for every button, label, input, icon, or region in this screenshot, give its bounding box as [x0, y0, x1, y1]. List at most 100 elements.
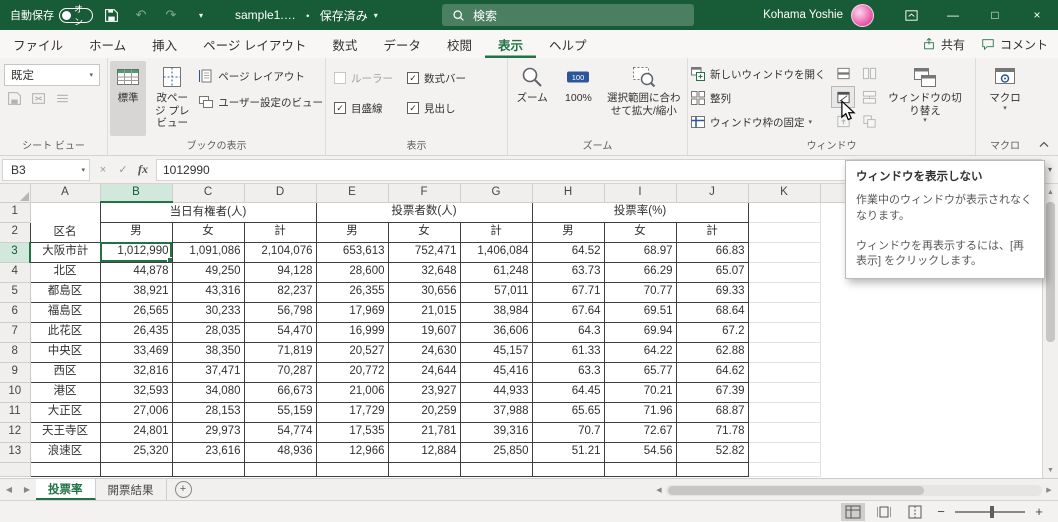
cell-H12[interactable]: 70.7	[531, 421, 605, 443]
cell-K4[interactable]	[748, 262, 821, 283]
row-header-10[interactable]: 10	[0, 382, 31, 403]
cell-C13[interactable]: 23,616	[171, 441, 245, 463]
zoom-out-button[interactable]: −	[934, 504, 948, 519]
checkbox-ruler[interactable]: ルーラー	[334, 69, 393, 87]
sheet-view-selector[interactable]: 既定 ▾	[4, 64, 100, 86]
column-header-D[interactable]: D	[244, 184, 317, 203]
cell-H6[interactable]: 67.64	[531, 301, 605, 323]
cell-K13[interactable]	[748, 442, 821, 463]
synchronous-scrolling-button[interactable]	[858, 87, 880, 107]
qat-customize-button[interactable]: ▾	[189, 3, 213, 27]
cell-K8[interactable]	[748, 342, 821, 363]
cell-I9[interactable]: 65.77	[603, 361, 677, 383]
zoom-slider[interactable]	[955, 505, 1025, 518]
cell-J4[interactable]: 65.07	[675, 261, 749, 283]
row-header-13[interactable]: 13	[0, 442, 31, 463]
cell-G6[interactable]: 38,984	[459, 301, 533, 323]
cell-G9[interactable]: 45,416	[459, 361, 533, 383]
cell-A10[interactable]: 港区	[29, 381, 101, 403]
cell-J12[interactable]: 71.78	[675, 421, 749, 443]
page-break-preview-button[interactable]: 改ページ プレビュー	[148, 61, 196, 136]
zoom-slider-thumb[interactable]	[990, 505, 994, 518]
macros-button[interactable]: マクロ ▾	[978, 61, 1032, 136]
cell-J5[interactable]: 69.33	[675, 281, 749, 303]
cell-C9[interactable]: 37,471	[171, 361, 245, 383]
cell-C6[interactable]: 30,233	[171, 301, 245, 323]
hscroll-thumb[interactable]	[668, 485, 924, 495]
cell-A4[interactable]: 北区	[29, 261, 101, 283]
row-header-12[interactable]: 12	[0, 422, 31, 443]
cell-E6[interactable]: 17,969	[315, 301, 389, 323]
cell-I10[interactable]: 70.21	[603, 381, 677, 403]
ribbon-tab-ヘルプ[interactable]: ヘルプ	[536, 30, 600, 58]
cell-A9[interactable]: 西区	[29, 361, 101, 383]
cell-E3[interactable]: 653,613	[315, 241, 389, 263]
search-box[interactable]: 検索	[442, 4, 694, 26]
close-button[interactable]: ×	[1016, 0, 1058, 30]
cell-H13[interactable]: 51.21	[531, 441, 605, 463]
cell-H14[interactable]	[531, 461, 605, 477]
cell-E1[interactable]: 投票者数(人)	[315, 201, 533, 223]
zoom-in-button[interactable]: +	[1032, 504, 1046, 519]
cell-B2[interactable]: 男	[99, 221, 173, 243]
cell-K6[interactable]	[748, 302, 821, 323]
cell-D13[interactable]: 48,936	[243, 441, 317, 463]
cell-C10[interactable]: 34,080	[171, 381, 245, 403]
cell-F5[interactable]: 30,656	[387, 281, 461, 303]
maximize-button[interactable]: □	[974, 0, 1016, 30]
cell-I2[interactable]: 女	[603, 221, 677, 243]
row-header-6[interactable]: 6	[0, 302, 31, 323]
column-header-F[interactable]: F	[388, 184, 461, 203]
cell-J13[interactable]: 52.82	[675, 441, 749, 463]
cell-G11[interactable]: 37,988	[459, 401, 533, 423]
cell-D6[interactable]: 56,798	[243, 301, 317, 323]
cell-G4[interactable]: 61,248	[459, 261, 533, 283]
cancel-entry-button[interactable]: ×	[93, 160, 113, 180]
cell-F14[interactable]	[387, 461, 461, 477]
ribbon-tab-ページ レイアウト[interactable]: ページ レイアウト	[190, 30, 319, 58]
cell-K9[interactable]	[748, 362, 821, 383]
cell-D4[interactable]: 94,128	[243, 261, 317, 283]
sheet-nav-left-button[interactable]: ◀	[0, 479, 18, 500]
cell-B3[interactable]: 1,012,990	[99, 241, 173, 263]
zoom-100-button[interactable]: 100 100%	[556, 61, 600, 136]
cell-K14[interactable]	[748, 462, 821, 477]
ribbon-display-options-button[interactable]	[890, 0, 932, 30]
cell-D9[interactable]: 70,287	[243, 361, 317, 383]
confirm-entry-button[interactable]: ✓	[113, 160, 133, 180]
cell-H11[interactable]: 65.65	[531, 401, 605, 423]
row-header-8[interactable]: 8	[0, 342, 31, 363]
row-header-3[interactable]: 3	[0, 242, 31, 263]
insert-function-button[interactable]: fx	[133, 160, 153, 180]
cell-A13[interactable]: 浪速区	[29, 441, 101, 463]
cell-H3[interactable]: 64.52	[531, 241, 605, 263]
ribbon-tab-挿入[interactable]: 挿入	[139, 30, 190, 58]
cell-F11[interactable]: 20,259	[387, 401, 461, 423]
cell-K11[interactable]	[748, 402, 821, 423]
page-layout-view-button[interactable]: ページ レイアウト	[198, 65, 323, 87]
cell-B8[interactable]: 33,469	[99, 341, 173, 363]
cell-A12[interactable]: 天王寺区	[29, 421, 101, 443]
cell-D2[interactable]: 計	[243, 221, 317, 243]
cell-D10[interactable]: 66,673	[243, 381, 317, 403]
cell-J9[interactable]: 64.62	[675, 361, 749, 383]
cell-E12[interactable]: 17,535	[315, 421, 389, 443]
cell-B4[interactable]: 44,878	[99, 261, 173, 283]
cell-A6[interactable]: 福島区	[29, 301, 101, 323]
cell-F6[interactable]: 21,015	[387, 301, 461, 323]
cell-F2[interactable]: 女	[387, 221, 461, 243]
cell-J10[interactable]: 67.39	[675, 381, 749, 403]
cell-G12[interactable]: 39,316	[459, 421, 533, 443]
cell-I5[interactable]: 70.77	[603, 281, 677, 303]
cell-C3[interactable]: 1,091,086	[171, 241, 245, 263]
cell-C5[interactable]: 43,316	[171, 281, 245, 303]
cell-I4[interactable]: 66.29	[603, 261, 677, 283]
cell-H2[interactable]: 男	[531, 221, 605, 243]
status-normal-view-button[interactable]	[841, 502, 865, 521]
split-button[interactable]	[832, 63, 854, 83]
row-header-4[interactable]: 4	[0, 262, 31, 283]
ribbon-tab-表示[interactable]: 表示	[485, 30, 536, 58]
cell-D12[interactable]: 54,774	[243, 421, 317, 443]
cell-F10[interactable]: 23,927	[387, 381, 461, 403]
cell-J8[interactable]: 62.88	[675, 341, 749, 363]
